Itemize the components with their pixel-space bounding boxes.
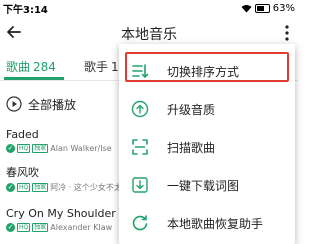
sort-list-icon bbox=[132, 64, 149, 78]
song-item[interactable]: Faded ✓ HQ 独家 Alan Walker/Ise bbox=[6, 128, 134, 153]
tab-artists-label: 歌手 bbox=[84, 60, 109, 74]
page-title: 本地音乐 bbox=[121, 27, 177, 43]
play-all-button[interactable]: 全部播放 bbox=[6, 94, 76, 114]
tab-songs[interactable]: 歌曲 284 bbox=[6, 58, 56, 75]
scan-icon bbox=[132, 139, 148, 155]
battery-level: 63% bbox=[272, 2, 295, 14]
status-indicators: 63% bbox=[241, 0, 295, 16]
song-artist: Alexander Klaw bbox=[50, 222, 113, 232]
quality-upgrade-icon bbox=[131, 100, 149, 118]
menu-item-download-lyrics[interactable]: 一键下载词图 bbox=[119, 166, 295, 204]
tab-songs-count: 284 bbox=[33, 60, 56, 74]
song-meta: ✓ HQ 独家 Alan Walker/Ise bbox=[6, 143, 134, 153]
more-options-icon[interactable] bbox=[284, 24, 290, 42]
song-meta: ✓ HQ 独家 阿冷 · 这个少女不太 bbox=[6, 182, 134, 192]
song-title: 春风吹 bbox=[6, 166, 39, 179]
song-item[interactable]: Cry On My Shoulder ✓ HQ 独家 Alexander Kla… bbox=[6, 207, 134, 232]
status-time: 下午3:14 bbox=[3, 5, 48, 16]
menu-item-download-lyrics-label: 一键下载词图 bbox=[167, 178, 240, 193]
menu-item-upgrade-quality-label: 升级音质 bbox=[167, 102, 216, 117]
song-meta: ✓ HQ 独家 Alexander Klaw bbox=[6, 222, 134, 232]
downloaded-check-icon: ✓ bbox=[6, 143, 15, 153]
battery-icon bbox=[254, 3, 270, 13]
exclusive-badge: 独家 bbox=[32, 222, 49, 232]
exclusive-badge: 独家 bbox=[32, 182, 49, 192]
downloaded-check-icon: ✓ bbox=[6, 222, 15, 232]
menu-item-sort-label: 切换排序方式 bbox=[167, 64, 240, 79]
menu-item-restore[interactable]: 本地歌曲恢复助手 bbox=[119, 204, 295, 242]
exclusive-badge: 独家 bbox=[32, 143, 49, 153]
play-all-label: 全部播放 bbox=[28, 97, 77, 112]
play-circle-icon bbox=[6, 96, 22, 112]
hq-badge: HQ bbox=[17, 182, 31, 192]
menu-item-scan-label: 扫描歌曲 bbox=[167, 140, 216, 155]
song-artist: Alan Walker/Ise bbox=[50, 143, 112, 153]
menu-item-scan[interactable]: 扫描歌曲 bbox=[119, 128, 295, 166]
song-item[interactable]: 春风吹 ✓ HQ 独家 阿冷 · 这个少女不太 bbox=[6, 164, 134, 192]
tab-songs-label: 歌曲 bbox=[6, 60, 31, 74]
song-artist: 阿冷 · 这个少女不太 bbox=[50, 182, 122, 192]
downloaded-check-icon: ✓ bbox=[6, 182, 15, 192]
options-menu: 切换排序方式 升级音质 扫描歌曲 一键下载词图 本地歌曲恢复助手 bbox=[119, 44, 295, 244]
menu-item-restore-label: 本地歌曲恢复助手 bbox=[167, 216, 264, 231]
download-icon bbox=[132, 177, 148, 193]
song-title: Cry On My Shoulder bbox=[6, 207, 116, 220]
menu-item-upgrade-quality[interactable]: 升级音质 bbox=[119, 90, 295, 128]
hq-badge: HQ bbox=[17, 222, 31, 232]
song-title: Faded bbox=[6, 128, 39, 141]
restore-icon bbox=[132, 215, 148, 231]
status-bar: 下午3:14 63% bbox=[0, 0, 298, 16]
wifi-icon bbox=[241, 4, 252, 12]
menu-item-sort[interactable]: 切换排序方式 bbox=[119, 52, 295, 90]
hq-badge: HQ bbox=[17, 143, 31, 153]
